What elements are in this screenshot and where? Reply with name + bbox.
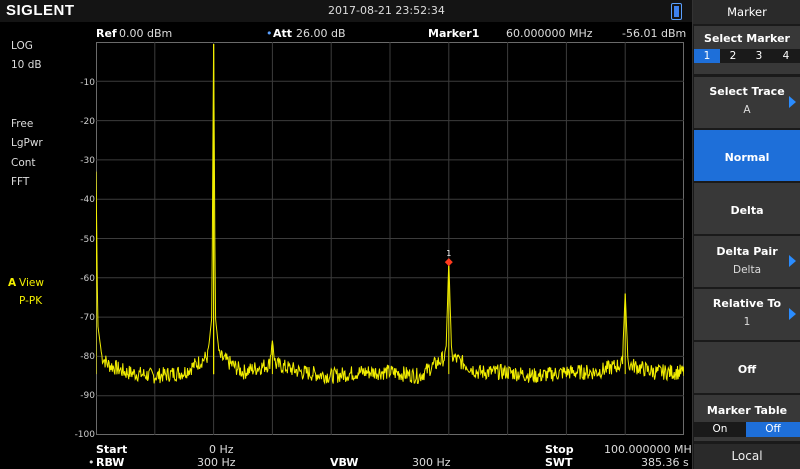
y-tick: -10: [80, 78, 95, 88]
analysis-mode: FFT: [11, 176, 30, 188]
y-tick: -50: [80, 235, 95, 245]
submenu-arrow-icon: [789, 308, 796, 320]
date-time: 2017-08-21 23:52:34: [328, 4, 445, 17]
delta-pair-value: Delta: [732, 264, 761, 276]
delta-label: Delta: [730, 204, 764, 217]
marker-readout-label: Marker1: [428, 27, 480, 40]
marker-number-label: 1: [446, 249, 451, 258]
marker-table-off[interactable]: Off: [746, 422, 800, 437]
marker-table-button[interactable]: Marker Table On Off: [694, 395, 800, 441]
usb-icon: [671, 3, 682, 20]
relative-to-button[interactable]: Relative To 1: [694, 289, 800, 340]
submenu-arrow-icon: [789, 255, 796, 267]
select-trace-label: Select Trace: [709, 85, 785, 98]
local-button[interactable]: Local: [694, 444, 800, 469]
trace-id: A: [8, 277, 17, 289]
relative-to-label: Relative To: [712, 297, 782, 310]
vbw-value: 300 Hz: [412, 456, 451, 469]
off-button[interactable]: Off: [694, 342, 800, 393]
trigger-mode: Free: [11, 118, 34, 130]
ref-value: 0.00 dBm: [119, 27, 173, 40]
y-tick: -40: [80, 195, 95, 205]
delta-button[interactable]: Delta: [694, 183, 800, 234]
panel-title: Marker: [693, 0, 800, 24]
y-tick: -20: [80, 117, 95, 127]
rbw-value: 300 Hz: [197, 456, 236, 469]
vbw-label: VBW: [330, 456, 359, 469]
select-marker-label: Select Marker: [704, 32, 790, 45]
att-value: 26.00 dB: [296, 27, 346, 40]
stop-label: Stop: [545, 443, 574, 456]
stop-value: 100.000000 MHz: [604, 443, 698, 456]
submenu-arrow-icon: [789, 96, 796, 108]
marker-diamond-icon: [444, 258, 453, 267]
marker-table-label: Marker Table: [706, 404, 788, 417]
start-label: Start: [96, 443, 128, 456]
marker-option-3[interactable]: 3: [746, 49, 772, 63]
scale-div: 10 dB: [11, 59, 42, 71]
select-trace-button[interactable]: Select Trace A: [694, 77, 800, 128]
ref-label: Ref: [96, 27, 117, 40]
y-tick: -30: [80, 156, 95, 166]
rbw-indicator-icon: •: [88, 456, 95, 469]
att-indicator-icon: •: [266, 27, 273, 40]
normal-button[interactable]: Normal: [694, 130, 800, 181]
marker-option-4[interactable]: 4: [772, 49, 800, 63]
marker-readout-level: -56.01 dBm: [622, 27, 687, 40]
y-tick: -100: [74, 430, 95, 440]
delta-pair-button[interactable]: Delta Pair Delta: [694, 236, 800, 287]
off-label: Off: [737, 363, 757, 376]
normal-label: Normal: [724, 151, 770, 164]
y-tick: -80: [80, 352, 95, 362]
marker-selector[interactable]: 1 2 3 4: [694, 49, 800, 63]
select-trace-value: A: [743, 104, 751, 116]
select-marker-button[interactable]: Select Marker 1 2 3 4: [694, 26, 800, 74]
y-tick: -60: [80, 274, 95, 284]
brand-logo: SIGLENT: [6, 2, 75, 19]
y-tick: -70: [80, 313, 95, 323]
marker-readout-freq: 60.000000 MHz: [506, 27, 593, 40]
y-tick: -90: [80, 391, 95, 401]
trace-detector: P-PK: [19, 295, 43, 307]
relative-to-value: 1: [743, 316, 751, 328]
swt-label: SWT: [545, 456, 573, 469]
status-bar: SIGLENT 2017-08-21 23:52:34: [0, 0, 692, 22]
swt-value: 385.36 s: [641, 456, 689, 469]
marker-option-2[interactable]: 2: [720, 49, 746, 63]
marker-softkey-panel: Marker Select Marker 1 2 3 4 Select Trac…: [692, 0, 800, 469]
start-value: 0 Hz: [209, 443, 234, 456]
marker-option-1[interactable]: 1: [694, 49, 720, 63]
sweep-mode: Cont: [11, 157, 36, 169]
spectrum-trace: 1: [96, 42, 684, 435]
att-label: Att: [273, 27, 293, 40]
scale-type: LOG: [11, 40, 33, 52]
detector-mode: LgPwr: [11, 137, 43, 149]
marker-table-on[interactable]: On: [694, 422, 746, 437]
delta-pair-label: Delta Pair: [716, 245, 778, 258]
rbw-label: RBW: [96, 456, 125, 469]
marker-table-toggle[interactable]: On Off: [694, 422, 800, 437]
trace-mode: View: [19, 277, 44, 289]
